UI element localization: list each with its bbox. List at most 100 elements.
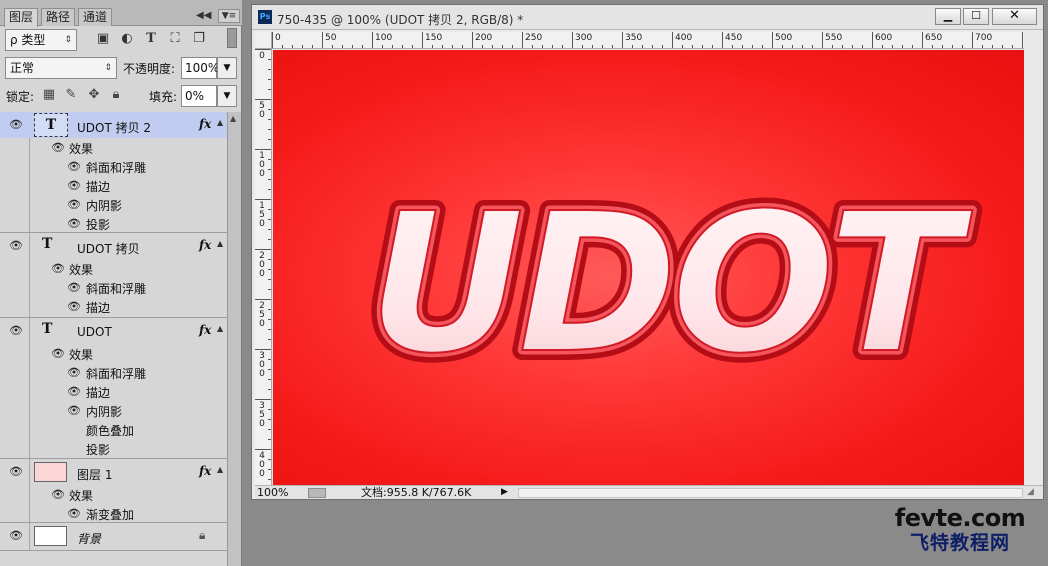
effect-item-hidden[interactable]: 颜色叠加 — [0, 420, 227, 439]
close-button[interactable]: ✕ — [992, 8, 1037, 25]
eye-icon[interactable]: 👁︎ — [67, 366, 81, 379]
eye-icon[interactable]: 👁︎ — [51, 488, 65, 501]
lock-image-pixels-icon[interactable]: ✎ — [63, 87, 79, 103]
image-filter-icon[interactable]: ▣ — [95, 31, 111, 47]
effects-header[interactable]: 👁︎ 效果 — [0, 344, 227, 363]
tab-paths[interactable]: 路径 — [41, 8, 76, 26]
effects-header[interactable]: 👁︎ 效果 — [0, 138, 227, 157]
eye-icon[interactable]: 👁︎ — [9, 118, 23, 131]
vertical-ruler[interactable]: 0 50 100 150 200 250 300 350 400 — [255, 49, 272, 485]
shape-filter-icon[interactable]: ⛶ — [167, 31, 183, 47]
type-layer-thumbnail-icon[interactable]: T — [42, 236, 52, 252]
canvas[interactable]: UDOT UDOT UDOT UDOT — [273, 50, 1024, 485]
effect-item[interactable]: 👁︎ 描边 — [0, 176, 227, 195]
fill-input[interactable]: 0% — [181, 85, 217, 107]
expand-arrow-icon[interactable]: ▲ — [217, 118, 223, 127]
effect-item[interactable]: 👁︎ 渐变叠加 — [0, 504, 227, 523]
maximize-button[interactable]: ☐ — [963, 8, 989, 25]
expand-arrow-icon[interactable]: ▲ — [217, 465, 223, 474]
fill-dropdown-button[interactable]: ▼ — [217, 85, 237, 107]
effects-header[interactable]: 👁︎ 效果 — [0, 259, 227, 278]
effect-item[interactable]: 👁︎ 投影 — [0, 214, 227, 233]
eye-icon[interactable]: 👁︎ — [67, 281, 81, 294]
eye-icon[interactable]: 👁︎ — [67, 198, 81, 211]
status-menu-arrow-icon[interactable]: ▶ — [501, 487, 508, 497]
lock-position-icon[interactable]: ✥ — [86, 87, 102, 103]
filter-type-select[interactable]: ρ 类型 ⇕ — [5, 29, 77, 51]
effect-item[interactable]: 👁︎ 内阴影 — [0, 401, 227, 420]
layer-row[interactable]: 👁︎ T UDOT 拷贝 fx ▲ 👁︎ 效果 👁︎ 斜面和浮雕 👁︎ 描边 — [0, 233, 227, 318]
layer-header[interactable]: 👁︎ T UDOT fx ▲ — [0, 318, 227, 344]
resize-grip-icon[interactable]: ◢ — [1027, 487, 1034, 497]
eye-icon[interactable]: 👁︎ — [67, 160, 81, 173]
layer-header[interactable]: 👁︎ T UDOT 拷贝 2 fx ▲ — [0, 112, 227, 138]
layer-list-scrollbar[interactable]: ▲ — [227, 112, 241, 566]
layer-name[interactable]: UDOT — [77, 325, 112, 339]
tab-layers[interactable]: 图层 — [4, 8, 39, 27]
layer-row[interactable]: 👁︎ T UDOT 拷贝 2 fx ▲ 👁︎ 效果 👁︎ 斜面和浮雕 👁︎ 描边… — [0, 112, 227, 233]
eye-icon[interactable]: 👁︎ — [67, 385, 81, 398]
layer-thumbnail[interactable] — [34, 526, 67, 546]
layer-header[interactable]: 👁︎ T UDOT 拷贝 fx ▲ — [0, 233, 227, 259]
blend-mode-select[interactable]: 正常 ⇕ — [5, 57, 117, 79]
fx-icon[interactable]: fx — [199, 323, 211, 337]
layer-header[interactable]: 👁︎ 背景 🔒︎ — [0, 523, 227, 549]
eye-icon[interactable]: 👁︎ — [9, 324, 23, 337]
fx-icon[interactable]: fx — [199, 238, 211, 252]
eye-icon[interactable]: 👁︎ — [67, 300, 81, 313]
eye-icon[interactable]: 👁︎ — [67, 179, 81, 192]
type-layer-thumbnail-icon[interactable]: T — [34, 113, 68, 137]
effect-item[interactable]: 👁︎ 斜面和浮雕 — [0, 278, 227, 297]
filter-toggle-switch[interactable] — [227, 28, 237, 48]
fx-icon[interactable]: fx — [199, 117, 211, 131]
effect-item[interactable]: 👁︎ 描边 — [0, 382, 227, 401]
eye-icon[interactable]: 👁︎ — [51, 347, 65, 360]
effect-item-hidden[interactable]: 投影 — [0, 439, 227, 458]
eye-icon[interactable]: 👁︎ — [67, 507, 81, 520]
layer-row[interactable]: 👁︎ 背景 🔒︎ — [0, 523, 227, 551]
effect-item[interactable]: 👁︎ 斜面和浮雕 — [0, 157, 227, 176]
effect-item[interactable]: 👁︎ 斜面和浮雕 — [0, 363, 227, 382]
layer-header[interactable]: 👁︎ 图层 1 fx ▲ — [0, 459, 227, 485]
adjustment-filter-icon[interactable]: ◐ — [119, 31, 135, 47]
layer-name[interactable]: UDOT 拷贝 — [77, 240, 140, 257]
horizontal-scrollbar[interactable] — [518, 488, 1023, 498]
layer-row[interactable]: 👁︎ 图层 1 fx ▲ 👁︎ 效果 👁︎ 渐变叠加 — [0, 459, 227, 523]
eye-icon[interactable]: 👁︎ — [9, 529, 23, 542]
type-layer-thumbnail-icon[interactable]: T — [42, 321, 52, 337]
lock-transparent-pixels-icon[interactable]: ▦ — [41, 87, 57, 103]
eye-icon[interactable]: 👁︎ — [51, 141, 65, 154]
scroll-up-icon[interactable]: ▲ — [230, 114, 236, 123]
eye-icon[interactable]: 👁︎ — [9, 239, 23, 252]
effects-header[interactable]: 👁︎ 效果 — [0, 485, 227, 504]
effect-item[interactable]: 👁︎ 描边 — [0, 297, 227, 316]
ruler-origin[interactable] — [255, 32, 272, 49]
layer-name[interactable]: 图层 1 — [77, 466, 112, 483]
smart-object-filter-icon[interactable]: ❐ — [191, 31, 207, 47]
tab-channels[interactable]: 通道 — [78, 8, 113, 26]
document-title-bar[interactable]: Ps 750-435 @ 100% (UDOT 拷贝 2, RGB/8) * ▁… — [252, 5, 1043, 30]
expand-arrow-icon[interactable]: ▲ — [217, 239, 223, 248]
expand-arrow-icon[interactable]: ▲ — [217, 324, 223, 333]
ruler-tick — [268, 469, 271, 470]
layer-thumbnail[interactable] — [34, 462, 67, 482]
eye-icon[interactable]: 👁︎ — [9, 465, 23, 478]
layer-row[interactable]: 👁︎ T UDOT fx ▲ 👁︎ 效果 👁︎ 斜面和浮雕 👁︎ 描边 👁︎ 内… — [0, 318, 227, 459]
fx-icon[interactable]: fx — [199, 464, 211, 478]
type-filter-icon[interactable]: T — [143, 31, 159, 47]
layer-name[interactable]: 背景 — [77, 530, 101, 547]
minimize-button[interactable]: ▁ — [935, 8, 961, 25]
eye-icon[interactable]: 👁︎ — [67, 217, 81, 230]
collapse-panel-icon[interactable]: ◀◀ — [196, 10, 211, 21]
effect-item[interactable]: 👁︎ 内阴影 — [0, 195, 227, 214]
opacity-input[interactable]: 100% — [181, 57, 219, 79]
status-info-icon[interactable] — [308, 488, 326, 498]
lock-all-icon[interactable]: 🔒︎ — [108, 87, 124, 103]
zoom-level-field[interactable]: 100% — [257, 486, 288, 499]
opacity-dropdown-button[interactable]: ▼ — [217, 57, 237, 79]
eye-icon[interactable]: 👁︎ — [51, 262, 65, 275]
layer-name[interactable]: UDOT 拷贝 2 — [77, 119, 151, 136]
horizontal-ruler[interactable]: 0 50 100 150 200 250 300 350 400 450 500 550 600 650 7… — [272, 32, 1024, 49]
panel-menu-icon[interactable]: ▼≡ — [218, 9, 240, 23]
eye-icon[interactable]: 👁︎ — [67, 404, 81, 417]
